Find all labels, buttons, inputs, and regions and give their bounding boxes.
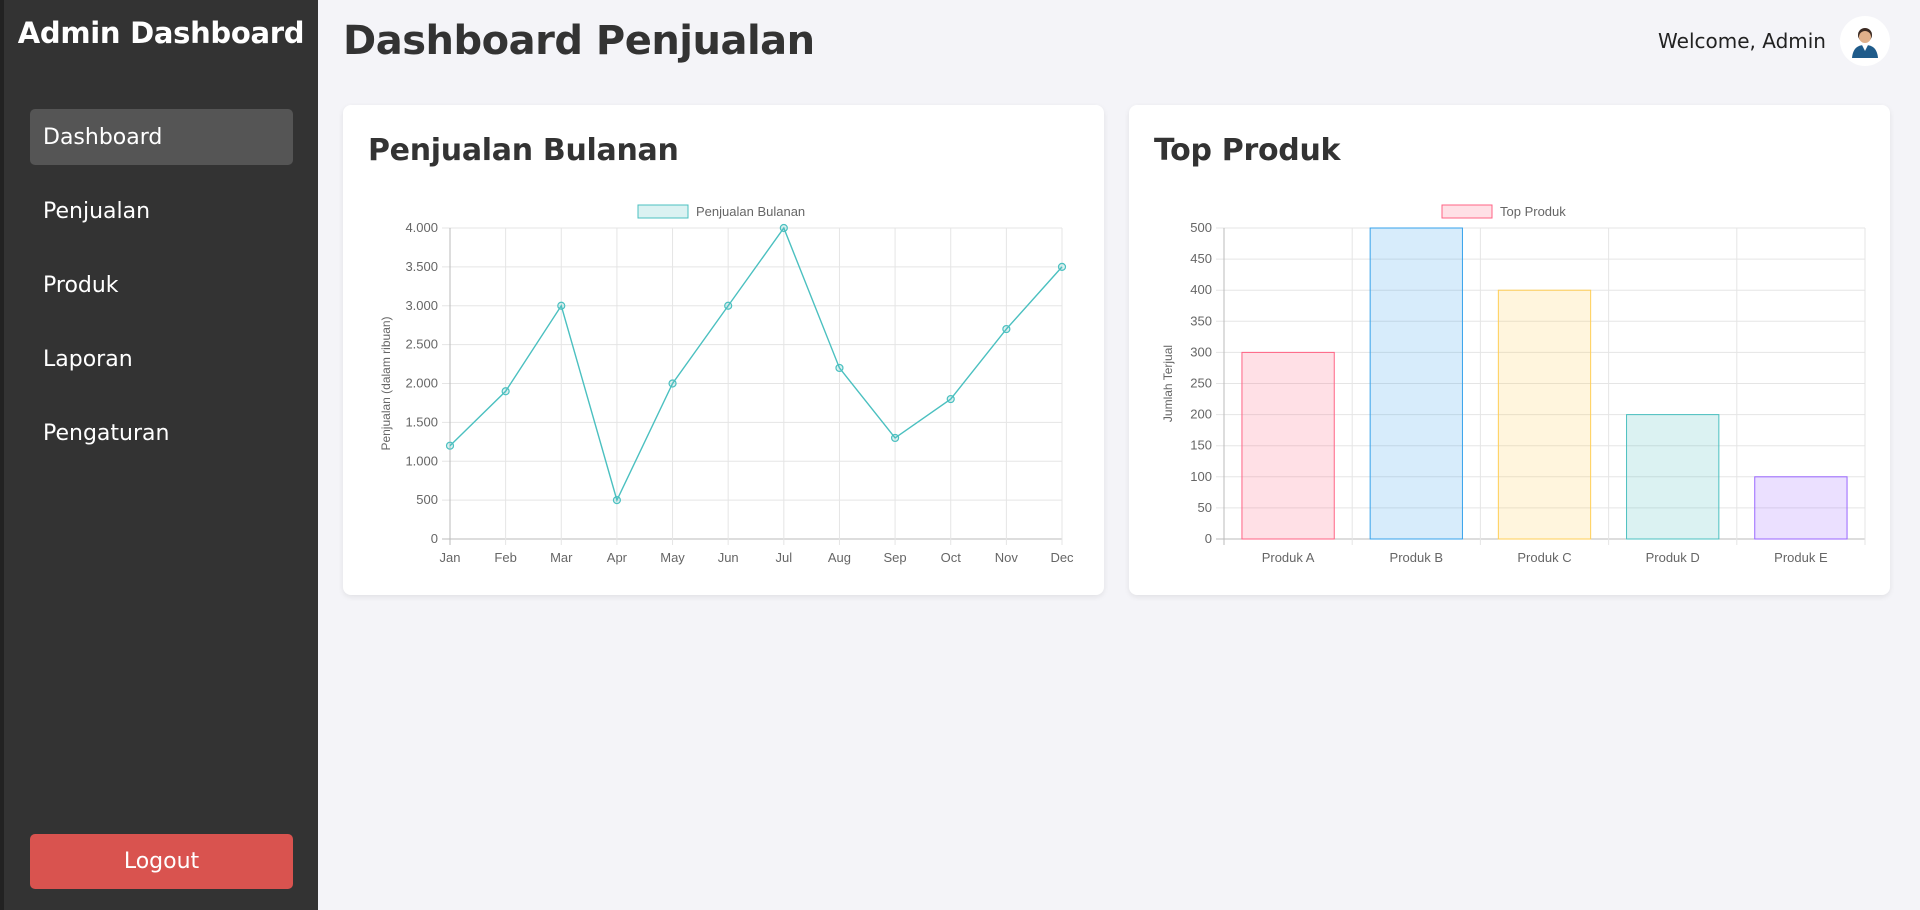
bar: [1369, 227, 1463, 540]
x-tick-label: May: [660, 550, 685, 565]
y-tick-label: 3.000: [405, 298, 438, 313]
x-tick-label: Aug: [828, 550, 851, 565]
sidebar-item-produk[interactable]: Produk: [30, 257, 293, 313]
sidebar-item-dashboard[interactable]: Dashboard: [30, 109, 293, 165]
y-tick-label: 4.000: [405, 220, 438, 235]
x-tick-label: Apr: [607, 550, 628, 565]
sidebar-item-penjualan[interactable]: Penjualan: [30, 183, 293, 239]
logout-button[interactable]: Logout: [30, 834, 293, 889]
x-tick-label: Jul: [776, 550, 793, 565]
y-tick-label: 3.500: [405, 259, 438, 274]
data-point: [501, 387, 510, 396]
x-tick-label: Feb: [494, 550, 516, 565]
bar: [1497, 289, 1592, 540]
data-point: [890, 433, 900, 443]
legend-swatch: [1441, 204, 1493, 219]
series-line: [449, 226, 1063, 503]
x-tick-label: Produk C: [1517, 550, 1571, 565]
top-products-title: Top Produk: [1154, 133, 1341, 168]
y-tick-label: 400: [1190, 282, 1212, 297]
sidebar: Admin Dashboard Dashboard Penjualan Prod…: [0, 0, 318, 910]
y-tick-label: 150: [1190, 438, 1212, 453]
y-tick-label: 1.500: [405, 414, 438, 429]
bar: [1241, 351, 1335, 540]
y-axis-title: Penjualan (dalam ribuan): [379, 316, 393, 450]
x-tick-label: Produk D: [1646, 550, 1700, 565]
welcome-text: Welcome, Admin: [1658, 29, 1826, 53]
y-tick-label: 350: [1190, 313, 1212, 328]
x-tick-label: Jun: [718, 550, 739, 565]
legend-label: Top Produk: [1500, 204, 1566, 219]
user-avatar-icon[interactable]: [1840, 16, 1890, 66]
y-tick-label: 100: [1190, 469, 1212, 484]
x-tick-label: Produk B: [1390, 550, 1443, 565]
data-point: [557, 301, 566, 310]
data-point: [445, 441, 455, 450]
user-area: Welcome, Admin: [1658, 16, 1890, 66]
brand-title: Admin Dashboard: [17, 16, 305, 50]
y-tick-label: 2.000: [405, 376, 438, 391]
monthly-sales-card: Penjualan Bulanan Penjualan Bulanan 0 500 1…: [343, 105, 1104, 595]
y-tick-label: 500: [1190, 220, 1212, 235]
avatar-image: [1852, 28, 1878, 58]
x-tick-label: Sep: [884, 550, 907, 565]
x-tick-label: Oct: [941, 550, 962, 565]
main-content: Dashboard Penjualan Welcome, Admin Penju…: [318, 0, 1920, 910]
x-tick-label: Dec: [1050, 550, 1074, 565]
data-point: [612, 496, 622, 505]
x-tick-label: Produk E: [1774, 550, 1828, 565]
y-tick-label: 1.000: [405, 453, 438, 468]
monthly-sales-title: Penjualan Bulanan: [368, 133, 679, 168]
data-point: [1002, 324, 1011, 334]
y-tick-label: 0: [431, 531, 438, 546]
sidebar-item-pengaturan[interactable]: Pengaturan: [30, 405, 293, 461]
y-tick-label: 200: [1190, 407, 1212, 422]
data-point: [1057, 262, 1067, 271]
sidebar-nav: Dashboard Penjualan Produk Laporan Penga…: [30, 109, 293, 479]
sidebar-item-laporan[interactable]: Laporan: [30, 331, 293, 387]
y-axis-title: Jumlah Terjual: [1161, 345, 1175, 422]
monthly-sales-chart: Penjualan Bulanan 0 500 1.000 1.500 2.000 2.50…: [379, 204, 1074, 565]
data-point: [835, 363, 844, 373]
x-tick-label: Produk A: [1262, 550, 1315, 565]
y-tick-label: 250: [1190, 376, 1212, 391]
x-tick-label: Jan: [440, 550, 461, 565]
bar: [1626, 414, 1720, 540]
data-point: [779, 223, 788, 233]
data-point: [946, 394, 955, 404]
bar: [1754, 476, 1848, 540]
y-tick-label: 0: [1205, 531, 1212, 546]
top-products-chart: Top Produk 0 50 100 150 200 250 300 350 400 450 500…: [1161, 204, 1866, 565]
y-tick-label: 2.500: [405, 337, 438, 352]
page-title: Dashboard Penjualan: [343, 18, 815, 64]
y-tick-label: 300: [1190, 344, 1212, 359]
data-point: [724, 301, 733, 310]
x-tick-label: Mar: [550, 550, 573, 565]
legend-swatch: [637, 204, 689, 219]
y-tick-label: 50: [1198, 500, 1212, 515]
legend-label: Penjualan Bulanan: [696, 204, 805, 219]
top-products-card: Top Produk Top Produk 0 50 100 150 200 250 300 3…: [1129, 105, 1890, 595]
x-tick-label: Nov: [995, 550, 1019, 565]
y-tick-label: 500: [416, 492, 438, 507]
y-tick-label: 450: [1190, 251, 1212, 266]
data-point: [668, 379, 677, 388]
